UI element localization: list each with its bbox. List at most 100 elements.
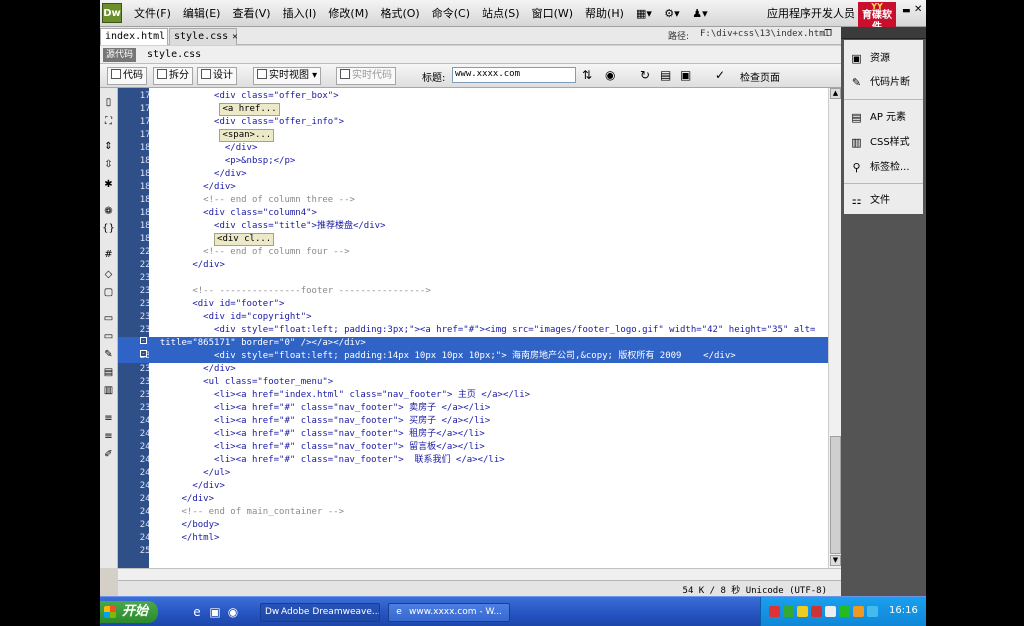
menu-format[interactable]: 格式(O) bbox=[374, 0, 425, 27]
code-line[interactable]: <div class="offer_box"> bbox=[149, 90, 828, 103]
recent-snippets-icon[interactable]: ▤ bbox=[102, 366, 115, 379]
workspace-switcher[interactable]: 应用程序开发人员 bbox=[767, 0, 855, 27]
code-line[interactable]: title="865171" border="0" /></a></div> bbox=[149, 337, 828, 350]
horizontal-scrollbar[interactable] bbox=[118, 568, 841, 580]
desktop-quicklaunch-icon[interactable]: ▣ bbox=[208, 605, 222, 619]
code-line[interactable] bbox=[149, 272, 828, 285]
code-line[interactable]: </div> bbox=[149, 142, 828, 155]
panel-item-snippets[interactable]: ✎ 代码片断 bbox=[844, 72, 923, 94]
code-editor[interactable]: <div class="offer_box"> <a href... <div … bbox=[149, 88, 828, 568]
code-line[interactable]: </div> bbox=[149, 480, 828, 493]
source-code-button[interactable]: 源代码 bbox=[103, 48, 137, 62]
code-line[interactable]: </div> bbox=[149, 181, 828, 194]
volume-icon[interactable] bbox=[825, 606, 836, 617]
live-view-button[interactable]: 实时视图 ▾ bbox=[253, 67, 322, 85]
format-source-icon[interactable]: ✐ bbox=[102, 448, 115, 461]
menu-window[interactable]: 窗口(W) bbox=[526, 0, 579, 27]
firefox-quicklaunch-icon[interactable]: ◉ bbox=[226, 605, 240, 619]
code-line[interactable]: <a href... bbox=[149, 103, 828, 116]
design-view-button[interactable]: 设计 bbox=[197, 67, 237, 85]
code-line[interactable]: </div> bbox=[149, 363, 828, 376]
code-comment-line[interactable]: <!-- end of column three --> bbox=[149, 194, 828, 207]
code-line[interactable]: <li><a href="#" class="nav_footer"> 卖房子 … bbox=[149, 402, 828, 415]
ie-quicklaunch-icon[interactable]: e bbox=[190, 605, 204, 619]
indent-icon[interactable]: ≡ bbox=[102, 412, 115, 425]
scroll-thumb[interactable] bbox=[830, 436, 841, 554]
code-line[interactable]: <div class="column4"> bbox=[149, 207, 828, 220]
menu-insert[interactable]: 插入(I) bbox=[277, 0, 323, 27]
task-browser[interactable]: e www.xxxx.com - W... bbox=[388, 603, 510, 622]
collapsed-code-block[interactable]: <div cl... bbox=[214, 233, 275, 246]
code-line[interactable]: </div> bbox=[149, 493, 828, 506]
related-file-style-css[interactable]: style.css bbox=[147, 49, 201, 60]
tray-app-icon[interactable] bbox=[867, 606, 878, 617]
visual-aids-icon[interactable]: ▣ bbox=[680, 67, 691, 83]
code-view-button[interactable]: 代码 bbox=[107, 67, 147, 85]
syntax-error-icon[interactable]: ▢ bbox=[102, 286, 115, 299]
tab-index-html[interactable]: index.html✕ bbox=[100, 28, 175, 45]
title-input[interactable]: www.xxxx.com bbox=[452, 67, 576, 83]
code-line[interactable]: <div class="title">推荐楼盘</div> bbox=[149, 220, 828, 233]
layout-icon[interactable]: ▦▾ bbox=[630, 0, 658, 27]
vertical-scrollbar[interactable]: ▲ ▼ bbox=[828, 88, 841, 568]
collapse-selection-icon[interactable]: ⇳ bbox=[102, 158, 115, 171]
fold-toggle-icon[interactable]: - bbox=[140, 350, 147, 357]
highlight-invalid-icon[interactable]: ◇ bbox=[102, 268, 115, 281]
code-line[interactable]: <div style="float:left; padding:14px 10p… bbox=[149, 350, 828, 363]
tray-app-icon[interactable] bbox=[853, 606, 864, 617]
panel-item-assets[interactable]: ▣ 资源 bbox=[844, 48, 923, 70]
show-code-navigator-icon[interactable]: ⛶ bbox=[102, 115, 115, 128]
validate-icon[interactable]: ✓ bbox=[715, 67, 725, 83]
code-line[interactable]: <li><a href="#" class="nav_footer"> 留言板<… bbox=[149, 441, 828, 454]
menu-commands[interactable]: 命令(C) bbox=[426, 0, 476, 27]
menu-site[interactable]: 站点(S) bbox=[476, 0, 526, 27]
tray-app-icon[interactable] bbox=[839, 606, 850, 617]
start-button[interactable]: 开始 bbox=[100, 601, 158, 623]
code-line[interactable]: <ul class="footer_menu"> bbox=[149, 376, 828, 389]
code-line[interactable]: </div> bbox=[149, 259, 828, 272]
balance-braces-icon[interactable]: {} bbox=[102, 222, 115, 235]
code-line[interactable]: </body> bbox=[149, 519, 828, 532]
code-line[interactable]: <div style="float:left; padding:3px;"><a… bbox=[149, 324, 828, 337]
live-code-button[interactable]: 实时代码 bbox=[336, 67, 396, 85]
tray-app-icon[interactable] bbox=[797, 606, 808, 617]
check-page-button[interactable]: 检查页面 bbox=[740, 69, 780, 84]
outdent-icon[interactable]: ≡ bbox=[102, 430, 115, 443]
code-line[interactable]: <div id="copyright"> bbox=[149, 311, 828, 324]
code-line[interactable]: <div class="offer_info"> bbox=[149, 116, 828, 129]
code-line[interactable]: <li><a href="#" class="nav_footer"> 租房子<… bbox=[149, 428, 828, 441]
code-line[interactable]: <div cl... bbox=[149, 233, 828, 246]
split-view-button[interactable]: 拆分 bbox=[153, 67, 193, 85]
tab-style-css[interactable]: style.css ✕ bbox=[169, 28, 238, 45]
apply-comment-icon[interactable]: ▭ bbox=[102, 312, 115, 325]
panel-item-css-styles[interactable]: ▥ CSS样式 bbox=[844, 132, 923, 154]
collapsed-code-block[interactable]: <a href... bbox=[219, 103, 280, 116]
close-tab-icon[interactable]: ✕ bbox=[232, 32, 237, 42]
select-parent-tag-icon[interactable]: ❁ bbox=[102, 205, 115, 218]
line-numbers-icon[interactable]: # bbox=[102, 248, 115, 261]
wrap-tag-icon[interactable]: ✎ bbox=[102, 348, 115, 361]
menu-view[interactable]: 查看(V) bbox=[226, 0, 276, 27]
expand-all-icon[interactable]: ✱ bbox=[102, 178, 115, 191]
tray-app-icon[interactable] bbox=[811, 606, 822, 617]
code-line[interactable]: </div> bbox=[149, 168, 828, 181]
code-line[interactable]: <p>&nbsp;</p> bbox=[149, 155, 828, 168]
panel-item-ap-elements[interactable]: ▤ AP 元素 bbox=[844, 107, 923, 129]
code-comment-line[interactable]: <!-- end of main_container --> bbox=[149, 506, 828, 519]
panel-item-files[interactable]: ⚏ 文件 bbox=[844, 190, 923, 212]
code-line[interactable]: <span>... bbox=[149, 129, 828, 142]
scroll-up-icon[interactable]: ▲ bbox=[830, 88, 841, 99]
file-management-icon[interactable]: ⇅ bbox=[582, 67, 592, 83]
menu-help[interactable]: 帮助(H) bbox=[579, 0, 630, 27]
code-line[interactable]: <div id="footer"> bbox=[149, 298, 828, 311]
scroll-down-icon[interactable]: ▼ bbox=[830, 555, 841, 566]
menu-edit[interactable]: 编辑(E) bbox=[177, 0, 227, 27]
gear-icon[interactable]: ⚙▾ bbox=[658, 0, 686, 27]
panel-item-tag-inspector[interactable]: ⚲ 标签检... bbox=[844, 157, 923, 179]
code-line[interactable]: </html> bbox=[149, 532, 828, 545]
remove-comment-icon[interactable]: ▭ bbox=[102, 330, 115, 343]
restore-icon[interactable]: ❐ bbox=[824, 29, 832, 39]
code-line[interactable]: </ul> bbox=[149, 467, 828, 480]
code-line[interactable] bbox=[149, 545, 828, 558]
code-line[interactable]: <li><a href="#" class="nav_footer"> 买房子 … bbox=[149, 415, 828, 428]
